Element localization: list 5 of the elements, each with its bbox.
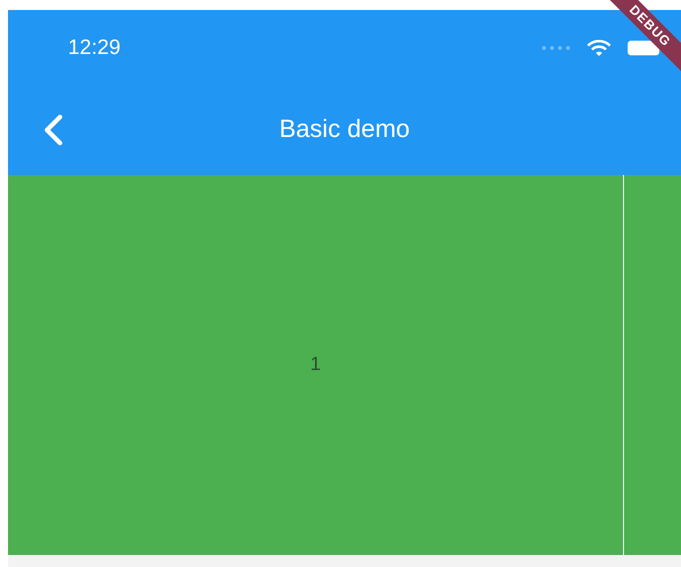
- page-number: 1: [310, 352, 321, 377]
- wifi-icon: [587, 38, 611, 56]
- page-title: Basic demo: [279, 114, 410, 146]
- signal-icon: [541, 44, 571, 50]
- status-time: 12:29: [68, 34, 121, 61]
